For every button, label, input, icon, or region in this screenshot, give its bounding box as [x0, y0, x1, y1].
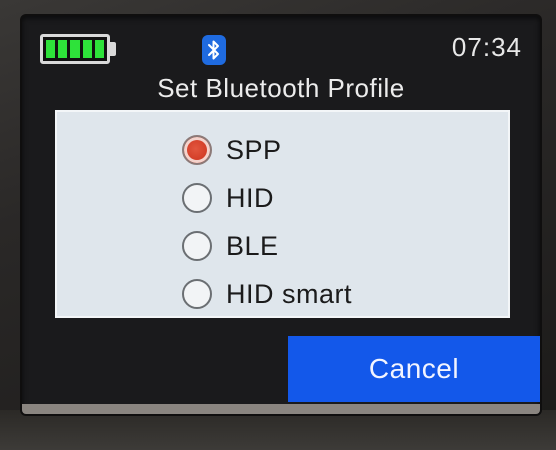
battery-cell — [70, 40, 80, 58]
battery-cell — [46, 40, 56, 58]
battery-cell — [94, 40, 105, 58]
battery-tip — [110, 42, 116, 56]
radio-selected-icon[interactable] — [182, 135, 212, 165]
dialog-title: Set Bluetooth Profile — [157, 73, 405, 103]
radio-unselected-icon[interactable] — [182, 183, 212, 213]
screen-bottom-edge — [22, 404, 540, 414]
profile-radio-group: SPP HID BLE HID smart — [182, 126, 352, 318]
option-hid[interactable]: HID — [182, 174, 352, 222]
profile-options-panel: SPP HID BLE HID smart — [55, 110, 510, 318]
option-label: BLE — [226, 230, 279, 261]
radio-unselected-icon[interactable] — [182, 279, 212, 309]
battery-full-icon — [40, 34, 110, 64]
clock-time: 07:34 — [451, 32, 522, 62]
bluetooth-icon — [202, 35, 226, 65]
cancel-button[interactable]: Cancel — [288, 336, 540, 402]
option-ble[interactable]: BLE — [182, 222, 352, 270]
device-screen: 07:34 Set Bluetooth Profile SPP HID BLE … — [22, 16, 540, 414]
battery-cell — [58, 40, 68, 58]
option-spp[interactable]: SPP — [182, 126, 352, 174]
option-label: HID smart — [226, 278, 352, 309]
device-edge — [0, 410, 556, 450]
option-label: SPP — [226, 134, 282, 165]
battery-cell — [82, 40, 92, 58]
option-hid-smart[interactable]: HID smart — [182, 270, 352, 318]
option-label: HID — [226, 182, 274, 213]
radio-unselected-icon[interactable] — [182, 231, 212, 261]
